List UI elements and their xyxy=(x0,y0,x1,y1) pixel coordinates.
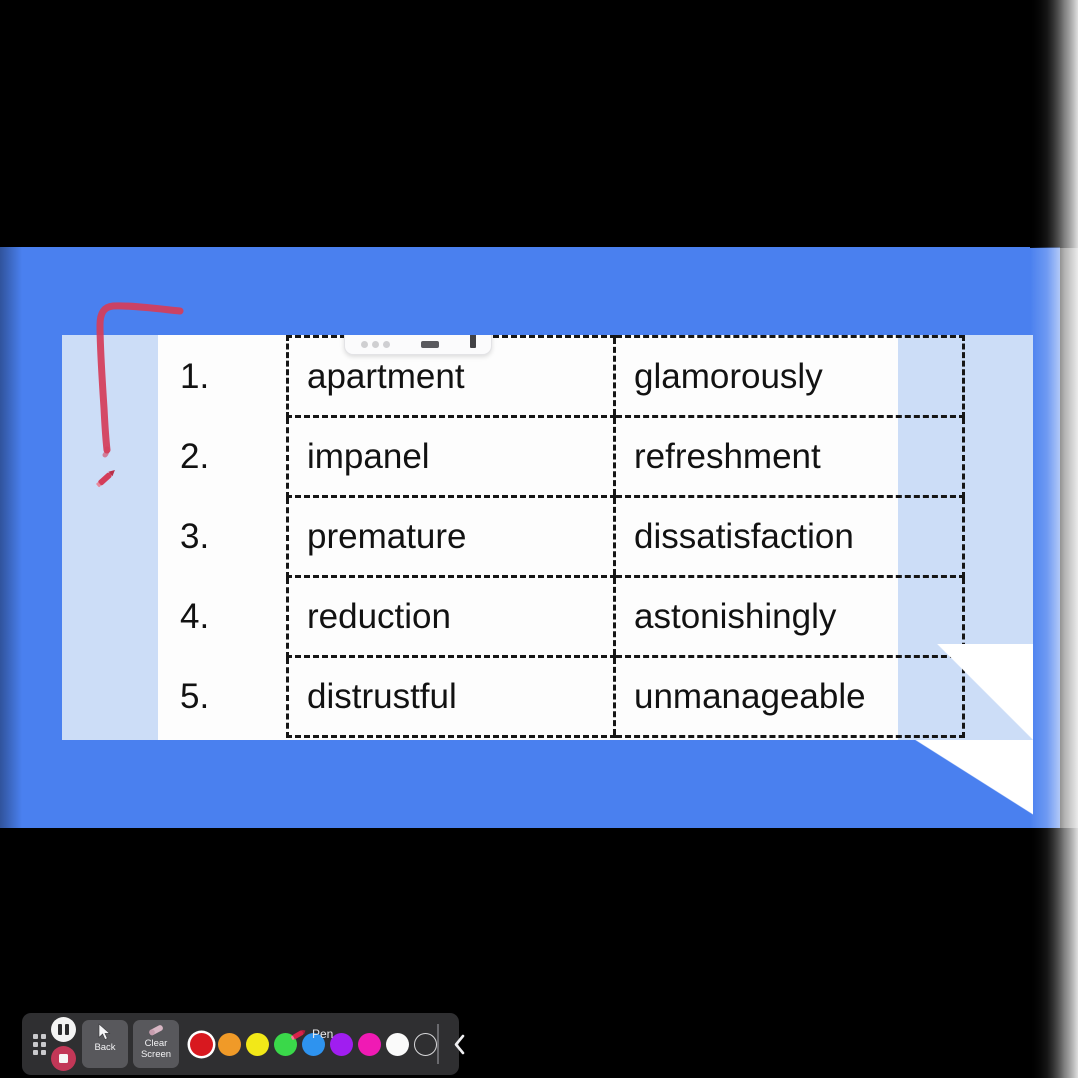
toolbar-divider xyxy=(437,1024,439,1064)
pen-icon xyxy=(290,1029,306,1040)
color-swatch-yellow[interactable] xyxy=(246,1032,269,1056)
row-number: 2. xyxy=(180,437,210,476)
eraser-icon xyxy=(149,1025,163,1036)
annotation-toolbar[interactable]: Back Clear Screen Pen xyxy=(22,1013,465,1075)
recording-controls xyxy=(51,1017,76,1071)
stop-icon xyxy=(59,1054,68,1063)
pause-button[interactable] xyxy=(51,1017,76,1042)
table-row: 2. impanel refreshment xyxy=(158,416,965,498)
clear-screen-label: Clear Screen xyxy=(140,1038,172,1060)
document-page[interactable]: 1. apartment glamorously 2. impanel refr… xyxy=(62,335,1033,740)
screen-right-glow-bottom xyxy=(1030,828,1078,1078)
word-cell-b: dissatisfaction xyxy=(613,496,965,578)
worksheet-table: 1. apartment glamorously 2. impanel refr… xyxy=(158,335,965,740)
chevron-left-icon xyxy=(454,1034,465,1054)
page-fold-outer xyxy=(894,740,1033,828)
page-fold-corner xyxy=(937,644,1033,740)
clear-screen-label-line1: Clear xyxy=(144,1038,168,1049)
row-number: 4. xyxy=(180,597,210,636)
more-options-icon[interactable] xyxy=(360,341,390,348)
drag-handle-icon[interactable] xyxy=(30,1031,48,1057)
clear-screen-label-line2: Screen xyxy=(140,1048,172,1060)
collapse-toolbar-button[interactable] xyxy=(449,1024,471,1064)
color-swatch-magenta[interactable] xyxy=(358,1032,381,1056)
color-swatch-orange[interactable] xyxy=(218,1032,241,1056)
text-cursor-icon[interactable] xyxy=(469,335,476,348)
row-number: 1. xyxy=(180,357,210,396)
word-cell-b: glamorously xyxy=(613,335,965,418)
word-cell-a: distrustful xyxy=(286,656,615,738)
floating-format-popup[interactable] xyxy=(344,335,492,355)
screen-right-glow-top xyxy=(1030,0,1078,248)
table-row: 4. reduction astonishingly xyxy=(158,576,965,658)
word-cell-b: unmanageable xyxy=(613,656,965,738)
row-number: 5. xyxy=(180,677,210,716)
color-swatch-red[interactable] xyxy=(190,1032,213,1056)
clear-screen-button[interactable]: Clear Screen xyxy=(133,1020,179,1068)
table-row: 5. distrustful unmanageable xyxy=(158,656,965,738)
row-number: 3. xyxy=(180,517,210,556)
stop-recording-button[interactable] xyxy=(51,1046,76,1071)
highlight-icon[interactable] xyxy=(420,341,439,348)
table-row: 1. apartment glamorously xyxy=(158,335,965,418)
word-cell-a: impanel xyxy=(286,416,615,498)
back-button[interactable]: Back xyxy=(82,1020,128,1068)
word-cell-b: astonishingly xyxy=(613,576,965,658)
word-cell-a: premature xyxy=(286,496,615,578)
back-label: Back xyxy=(94,1042,116,1053)
cursor-arrow-icon xyxy=(98,1023,111,1040)
color-swatch-purple[interactable] xyxy=(330,1032,353,1056)
color-swatch-white[interactable] xyxy=(386,1032,409,1056)
word-cell-b: refreshment xyxy=(613,416,965,498)
active-tool-label: Pen xyxy=(312,1027,334,1041)
word-cell-a: reduction xyxy=(286,576,615,658)
pause-icon xyxy=(58,1024,69,1035)
active-tool-indicator: Pen xyxy=(290,1027,333,1041)
shared-screen: 1. apartment glamorously 2. impanel refr… xyxy=(0,0,1078,1078)
color-swatch-transparent[interactable] xyxy=(414,1032,437,1056)
table-row: 3. premature dissatisfaction xyxy=(158,496,965,578)
